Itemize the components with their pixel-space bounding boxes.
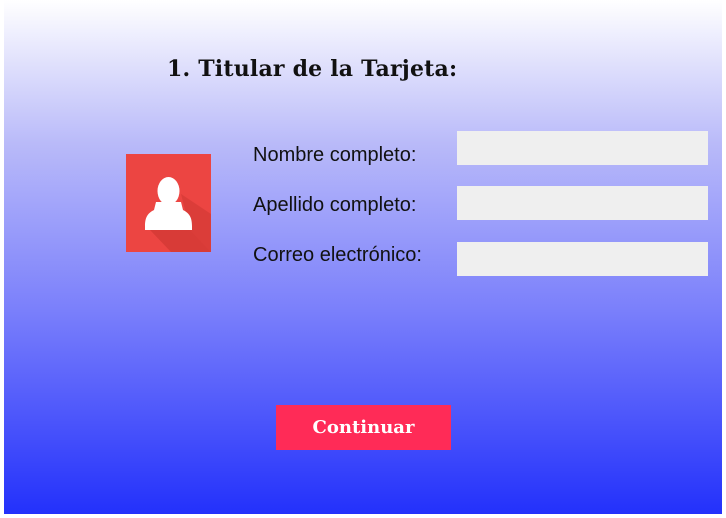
section-title: 1. Titular de la Tarjeta: xyxy=(167,56,458,82)
continuar-button[interactable]: Continuar xyxy=(276,405,451,450)
label-nombre-completo: Nombre completo: xyxy=(253,144,417,166)
nombre-completo-input[interactable] xyxy=(457,131,708,165)
cardholder-avatar xyxy=(126,154,211,252)
checkout-panel: 1. Titular de la Tarjeta: Nombre complet… xyxy=(4,0,722,514)
label-apellido-completo: Apellido completo: xyxy=(253,194,417,216)
apellido-completo-input[interactable] xyxy=(457,186,708,220)
label-correo-electronico: Correo electrónico: xyxy=(253,244,422,266)
correo-electronico-input[interactable] xyxy=(457,242,708,276)
user-silhouette-icon xyxy=(145,177,211,252)
